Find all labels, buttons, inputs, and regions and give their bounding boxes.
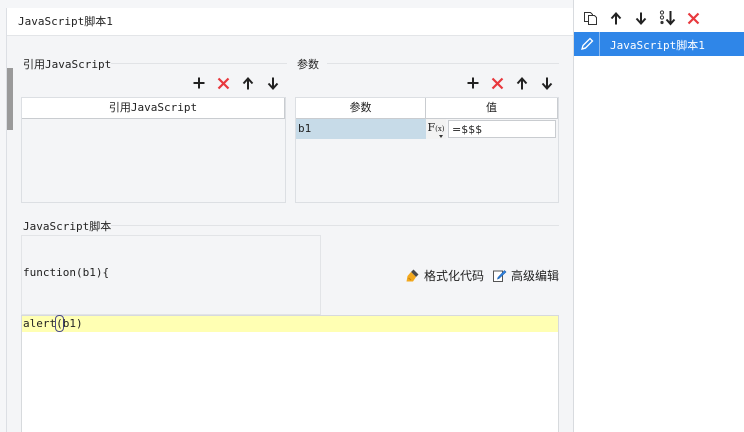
formula-icon-label: F	[427, 121, 436, 134]
move-script-up-button[interactable]	[608, 10, 624, 26]
plus-icon	[467, 77, 479, 89]
arrow-up-icon	[610, 11, 622, 24]
arrow-down-icon	[635, 12, 647, 25]
code-line[interactable]: alert(b1)	[22, 315, 558, 332]
copy-icon	[583, 11, 597, 25]
ref-js-delete-button[interactable]	[215, 75, 231, 91]
params-table-header: 参数 值	[296, 98, 558, 119]
params-column-name[interactable]: 参数	[296, 98, 426, 118]
brush-icon	[406, 269, 419, 281]
params-section-title: 参数	[297, 58, 319, 71]
dialog-title: JavaScript脚本1	[18, 15, 113, 28]
param-value-input[interactable]: =$$$	[448, 120, 556, 138]
pencil-icon	[580, 37, 593, 50]
function-signature: function(b1){	[23, 266, 110, 279]
format-code-button[interactable]: 格式化代码	[405, 267, 484, 283]
params-section-divider	[327, 63, 559, 64]
params-row[interactable]: b1 F(x) =$$$	[296, 119, 558, 139]
ref-js-table-header: 引用JavaScript	[22, 98, 285, 119]
delete-icon	[491, 77, 503, 89]
formula-button[interactable]: F(x)	[426, 119, 446, 139]
javascript-dialog: JavaScript脚本1 引用JavaScript 引用JavaScript …	[6, 8, 573, 432]
function-signature-box: function(b1){	[21, 235, 321, 315]
ref-js-section-title: 引用JavaScript	[23, 58, 112, 71]
formula-dropdown-caret-icon	[439, 135, 443, 138]
dialog-title-bar: JavaScript脚本1	[7, 8, 573, 36]
params-move-down-button[interactable]	[539, 75, 555, 91]
advanced-edit-button[interactable]: 高级编辑	[492, 267, 559, 283]
advanced-edit-label: 高级编辑	[511, 268, 560, 283]
script-list-item-label: JavaScript脚本1	[610, 39, 705, 52]
params-delete-button[interactable]	[489, 75, 505, 91]
ref-js-add-button[interactable]	[191, 75, 207, 91]
arrow-up-icon	[516, 76, 528, 89]
plus-icon	[193, 77, 205, 89]
move-bottom-icon	[659, 10, 676, 26]
ref-js-move-up-button[interactable]	[240, 75, 256, 91]
params-column-value[interactable]: 值	[426, 98, 558, 118]
params-table: 参数 值 b1 F(x) =$$$	[295, 97, 559, 203]
copy-script-button[interactable]	[582, 10, 598, 26]
params-move-up-button[interactable]	[514, 75, 530, 91]
formula-icon-sub: (x)	[435, 125, 445, 133]
ref-js-move-down-button[interactable]	[265, 75, 281, 91]
format-code-label: 格式化代码	[424, 268, 485, 283]
code-editor[interactable]: alert(b1)	[21, 315, 559, 432]
move-script-down-button[interactable]	[633, 10, 649, 26]
arrow-down-icon	[541, 77, 553, 90]
background-strip	[7, 68, 13, 130]
edit-script-button[interactable]	[574, 32, 600, 56]
code-token-function: alert	[23, 317, 57, 330]
delete-icon	[217, 77, 229, 89]
script-list-panel: JavaScript脚本1	[573, 0, 744, 432]
param-name-cell[interactable]: b1	[296, 119, 426, 139]
move-script-bottom-button[interactable]	[658, 10, 678, 26]
delete-script-button[interactable]	[685, 10, 701, 26]
script-list-item[interactable]: JavaScript脚本1	[574, 32, 744, 56]
params-add-button[interactable]	[465, 75, 481, 91]
arrow-down-icon	[267, 77, 279, 90]
edit-document-icon	[493, 269, 507, 282]
arrow-up-icon	[242, 76, 254, 89]
script-section-title: JavaScript脚本	[23, 220, 112, 233]
code-token-paren: (	[55, 315, 64, 332]
script-section-divider	[111, 225, 559, 226]
ref-js-column-header[interactable]: 引用JavaScript	[22, 98, 285, 118]
ref-js-table: 引用JavaScript	[21, 97, 286, 203]
code-token-args: b1)	[62, 317, 83, 330]
delete-icon	[687, 12, 699, 24]
ref-js-section-divider	[111, 63, 287, 64]
